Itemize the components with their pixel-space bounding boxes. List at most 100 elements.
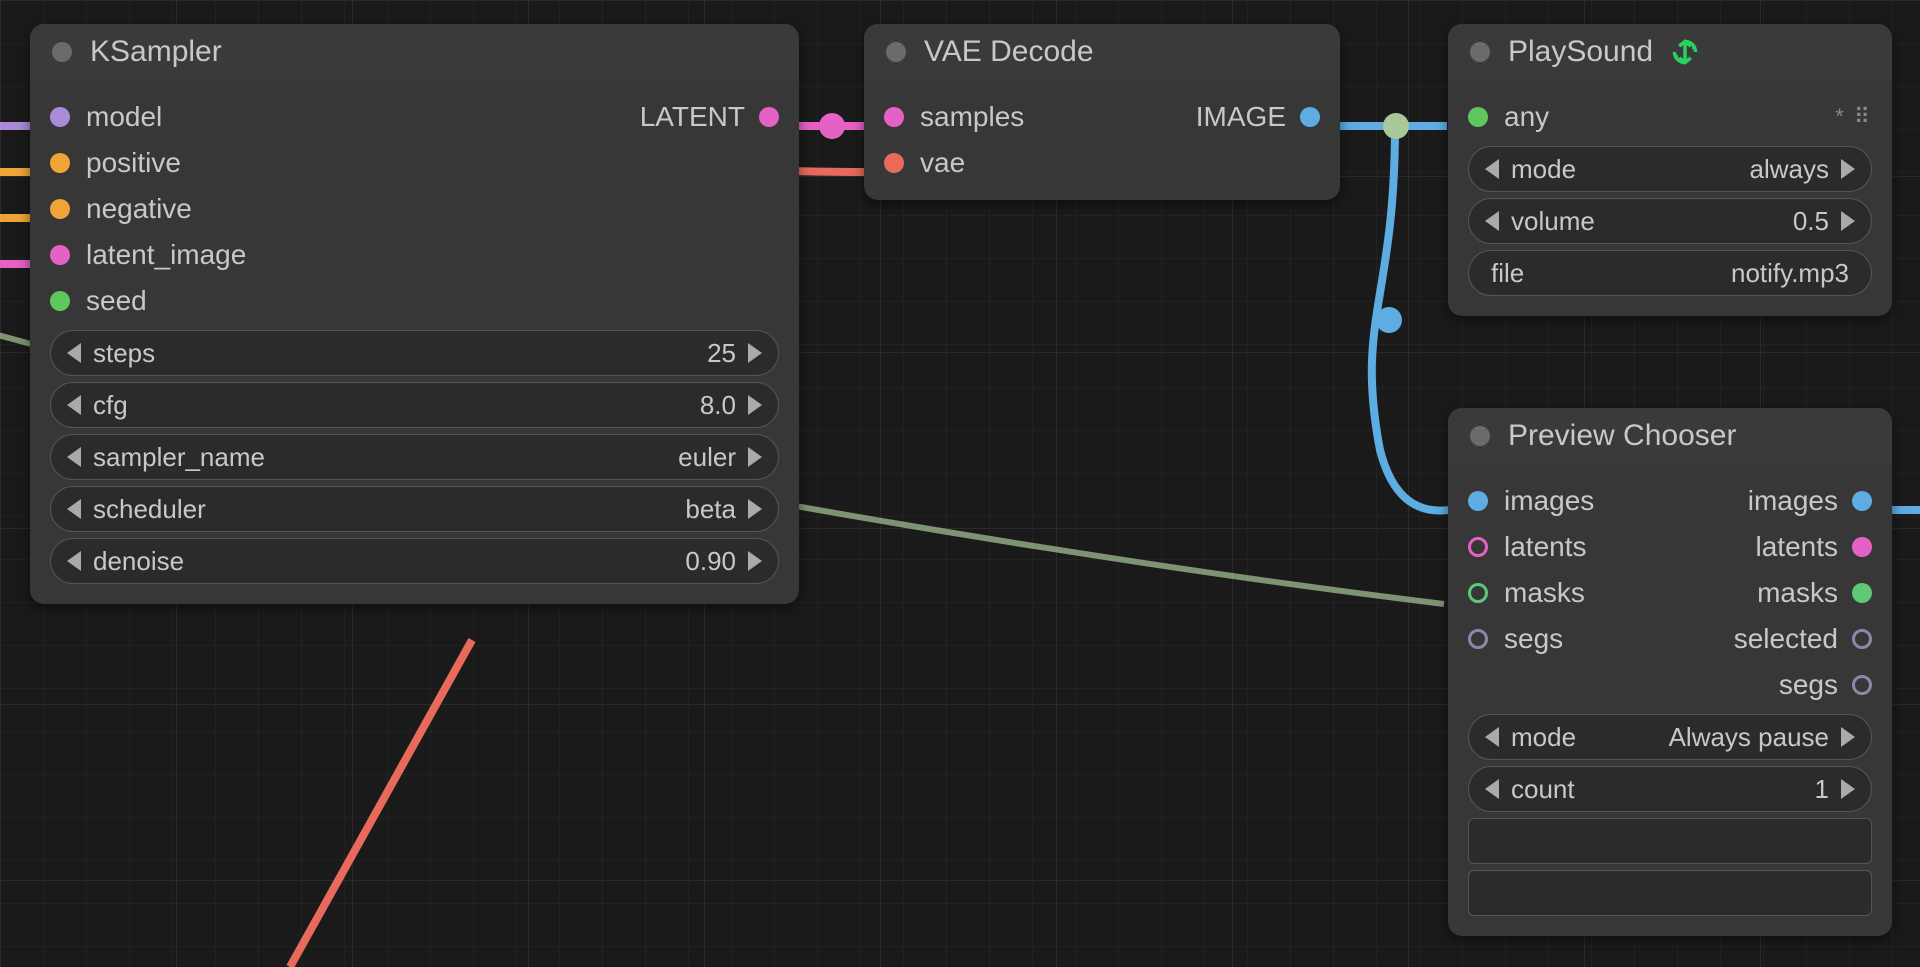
port-any-icon[interactable] [1468, 107, 1488, 127]
node-vae-decode[interactable]: VAE Decode samples IMAGE vae [864, 24, 1340, 200]
port-latent-out-icon[interactable] [759, 107, 779, 127]
port-selected-out-label: selected [1734, 623, 1838, 655]
widget-mode[interactable]: mode always [1468, 146, 1872, 192]
arrow-right-icon[interactable] [1841, 211, 1855, 231]
widget-cfg-label: cfg [93, 390, 700, 421]
arrow-right-icon[interactable] [748, 551, 762, 571]
widget-pc-count-label: count [1511, 774, 1815, 805]
port-negative-icon[interactable] [50, 199, 70, 219]
arrow-left-icon[interactable] [67, 551, 81, 571]
port-masks-out-label: masks [1757, 577, 1838, 609]
arrow-right-icon[interactable] [748, 395, 762, 415]
widget-pc-mode-value: Always pause [1669, 722, 1829, 753]
port-latent-image-label: latent_image [86, 239, 246, 271]
port-seed-icon[interactable] [50, 291, 70, 311]
node-preview-chooser[interactable]: Preview Chooser images images latents la… [1448, 408, 1892, 936]
port-masks-in-icon[interactable] [1468, 583, 1488, 603]
port-image-out-icon[interactable] [1300, 107, 1320, 127]
port-images-out-icon[interactable] [1852, 491, 1872, 511]
widget-sampler-name[interactable]: sampler_name euler [50, 434, 779, 480]
node-title: PlaySound [1508, 35, 1653, 69]
widget-empty-1[interactable] [1468, 818, 1872, 864]
port-vae-icon[interactable] [884, 153, 904, 173]
arrow-left-icon[interactable] [1485, 159, 1499, 179]
arrow-left-icon[interactable] [67, 343, 81, 363]
widget-file-label: file [1491, 258, 1731, 289]
port-latent-image-icon[interactable] [50, 245, 70, 265]
widget-pc-count[interactable]: count 1 [1468, 766, 1872, 812]
arrow-left-icon[interactable] [67, 447, 81, 467]
widget-mode-label: mode [1511, 154, 1750, 185]
node-title: VAE Decode [924, 35, 1094, 69]
status-dot-icon [886, 42, 906, 62]
arrow-left-icon[interactable] [1485, 779, 1499, 799]
port-latents-in-icon[interactable] [1468, 537, 1488, 557]
port-latent-out-label: LATENT [640, 101, 745, 133]
widget-volume[interactable]: volume 0.5 [1468, 198, 1872, 244]
port-negative-label: negative [86, 193, 192, 225]
node-header[interactable]: VAE Decode [864, 24, 1340, 80]
arrow-right-icon[interactable] [748, 499, 762, 519]
port-masks-in-label: masks [1504, 577, 1585, 609]
port-segs-out-icon[interactable] [1852, 675, 1872, 695]
port-images-out-label: images [1748, 485, 1838, 517]
port-latents-out-label: latents [1756, 531, 1839, 563]
widget-empty-2[interactable] [1468, 870, 1872, 916]
widget-sampler-name-value: euler [678, 442, 736, 473]
widget-denoise-value: 0.90 [685, 546, 736, 577]
port-samples-icon[interactable] [884, 107, 904, 127]
widget-file[interactable]: file notify.mp3 [1468, 250, 1872, 296]
widget-pc-mode-label: mode [1511, 722, 1669, 753]
port-model-icon[interactable] [50, 107, 70, 127]
arrow-left-icon[interactable] [1485, 727, 1499, 747]
arrow-left-icon[interactable] [67, 395, 81, 415]
port-seed-label: seed [86, 285, 147, 317]
widget-volume-label: volume [1511, 206, 1793, 237]
port-masks-out-icon[interactable] [1852, 583, 1872, 603]
port-positive-label: positive [86, 147, 181, 179]
node-title: KSampler [90, 35, 222, 69]
widget-cfg-value: 8.0 [700, 390, 736, 421]
widget-scheduler-label: scheduler [93, 494, 685, 525]
recycle-icon [1671, 38, 1699, 66]
status-dot-icon [52, 42, 72, 62]
arrow-right-icon[interactable] [1841, 779, 1855, 799]
arrow-left-icon[interactable] [1485, 211, 1499, 231]
status-dot-icon [1470, 42, 1490, 62]
port-segs-out-label: segs [1779, 669, 1838, 701]
widget-volume-value: 0.5 [1793, 206, 1829, 237]
port-images-in-label: images [1504, 485, 1594, 517]
port-segs-in-icon[interactable] [1468, 629, 1488, 649]
widget-denoise[interactable]: denoise 0.90 [50, 538, 779, 584]
status-dot-icon [1470, 426, 1490, 446]
node-header[interactable]: PlaySound [1448, 24, 1892, 80]
node-header[interactable]: Preview Chooser [1448, 408, 1892, 464]
node-extras[interactable]: * ⠿ [1835, 104, 1872, 130]
arrow-right-icon[interactable] [1841, 727, 1855, 747]
node-header[interactable]: KSampler [30, 24, 799, 80]
widget-pc-mode[interactable]: mode Always pause [1468, 714, 1872, 760]
widget-steps[interactable]: steps 25 [50, 330, 779, 376]
widget-pc-count-value: 1 [1815, 774, 1829, 805]
arrow-right-icon[interactable] [748, 343, 762, 363]
arrow-left-icon[interactable] [67, 499, 81, 519]
node-ksampler[interactable]: KSampler model LATENT positive negative … [30, 24, 799, 604]
port-positive-icon[interactable] [50, 153, 70, 173]
arrow-right-icon[interactable] [1841, 159, 1855, 179]
port-image-out-label: IMAGE [1196, 101, 1286, 133]
port-model-label: model [86, 101, 162, 133]
widget-cfg[interactable]: cfg 8.0 [50, 382, 779, 428]
node-title: Preview Chooser [1508, 419, 1736, 453]
port-latents-in-label: latents [1504, 531, 1587, 563]
port-latents-out-icon[interactable] [1852, 537, 1872, 557]
widget-scheduler[interactable]: scheduler beta [50, 486, 779, 532]
port-selected-out-icon[interactable] [1852, 629, 1872, 649]
port-vae-label: vae [920, 147, 965, 179]
widget-scheduler-value: beta [685, 494, 736, 525]
widget-sampler-name-label: sampler_name [93, 442, 678, 473]
port-samples-label: samples [920, 101, 1024, 133]
port-images-in-icon[interactable] [1468, 491, 1488, 511]
widget-steps-value: 25 [707, 338, 736, 369]
node-playsound[interactable]: PlaySound any * ⠿ mode always volume 0.5 [1448, 24, 1892, 316]
arrow-right-icon[interactable] [748, 447, 762, 467]
